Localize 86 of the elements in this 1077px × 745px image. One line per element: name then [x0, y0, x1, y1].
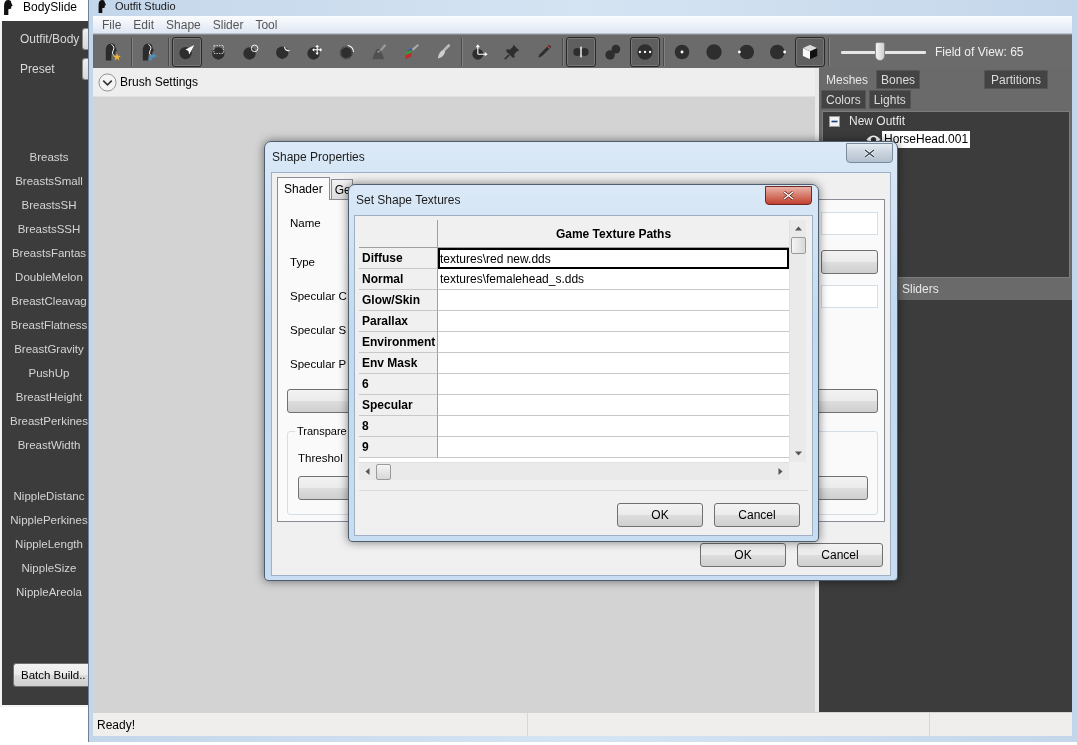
tool-button[interactable] [795, 36, 825, 67]
row-header: Glow/Skin [359, 290, 438, 311]
chevron-circle-icon [98, 72, 117, 92]
minus-box-icon[interactable] [829, 115, 840, 127]
slider-label: BreastsFantas [11, 247, 87, 259]
field-label: Preset [20, 62, 55, 76]
scroll-up-icon[interactable] [793, 224, 803, 233]
dialog-button[interactable]: Cancel [714, 503, 800, 527]
slider-label: BreastFlatness [10, 319, 88, 331]
row-header: Parallax [359, 311, 438, 332]
row-header: Environment [359, 332, 438, 353]
scrollbar-thumb[interactable] [790, 237, 806, 254]
field-label: Specular S [290, 324, 347, 336]
tool-button[interactable] [172, 36, 202, 67]
slider-label: BreastsSSH [17, 223, 81, 235]
panel-tab[interactable]: Meshes [821, 70, 874, 89]
batch-build-button[interactable]: Batch Build.. [13, 663, 88, 687]
window-title: Outfit Studio [115, 0, 176, 13]
menu-item[interactable]: File [96, 16, 128, 33]
row-header: Diffuse [359, 248, 438, 269]
silhouette-icon [1, 0, 15, 15]
scrollbar-thumb[interactable] [376, 463, 391, 480]
menu-item[interactable]: Slider [206, 16, 250, 33]
menu-item[interactable]: Shape [160, 16, 207, 33]
slider-thumb[interactable] [875, 41, 886, 61]
panel-tab[interactable]: Colors [821, 90, 866, 109]
slider-label: BreastCleavag [11, 295, 87, 307]
dialog-title: Set Shape Textures [356, 193, 461, 207]
dropdown-field[interactable] [821, 250, 878, 274]
row-header: Specular [359, 395, 438, 416]
cell-editor[interactable]: textures\red new.dds [438, 248, 789, 269]
scroll-down-icon[interactable] [793, 449, 803, 458]
group-label: Transpare [296, 425, 348, 437]
tool-button[interactable] [566, 36, 596, 67]
row-header: Env Mask [359, 353, 438, 374]
silhouette-icon [97, 0, 107, 13]
text-field[interactable] [821, 211, 878, 235]
status-text: Ready! [97, 717, 136, 732]
slider-label: BreastsSH [21, 199, 77, 211]
slider-label: NippleLength [15, 538, 83, 550]
slider-label: BreastPerkines [10, 415, 88, 427]
table-cell[interactable]: textures\femalehead_s.dds [438, 269, 789, 290]
row-header: 8 [359, 416, 438, 437]
window-title: BodySlide [23, 0, 78, 14]
dialog-title: Shape Properties [272, 150, 365, 164]
slider-label: Breasts [29, 151, 69, 163]
slider-label: BreastGravity [14, 343, 84, 355]
field-label: Name [290, 217, 321, 229]
slider-track[interactable] [841, 40, 926, 63]
panel-tab[interactable]: Partitions [983, 70, 1048, 89]
field-label: Type [290, 256, 315, 268]
column-header: Game Texture Paths [438, 220, 789, 248]
row-header: Normal [359, 269, 438, 290]
tree-item[interactable]: HorseHead.001 [882, 130, 971, 148]
row-header: 6 [359, 374, 438, 395]
dialog-button[interactable]: Cancel [797, 543, 883, 567]
field-label: Threshol [298, 452, 343, 464]
dialog-button[interactable]: OK [700, 543, 786, 567]
menu-item[interactable]: Edit [127, 16, 161, 33]
slider-label: BreastWidth [17, 439, 81, 451]
horizontal-scrollbar[interactable] [359, 462, 789, 480]
field-label: Outfit/Body [20, 32, 80, 46]
close-button[interactable] [765, 186, 812, 205]
panel-tab[interactable]: Bones [876, 70, 921, 89]
slider-label: BreastsSmall [15, 175, 83, 187]
field-label: Specular P [290, 358, 347, 370]
close-icon [783, 191, 794, 200]
tab[interactable]: Shader [277, 177, 330, 200]
field-of-view-label: Field of View: 65 [935, 44, 1024, 59]
field-label: Specular C [290, 290, 347, 302]
text-field[interactable] [821, 284, 878, 308]
dialog-button[interactable]: OK [617, 503, 703, 527]
vertical-scrollbar[interactable] [789, 220, 806, 462]
slider-label: BreastHeight [15, 391, 83, 403]
slider-label: NippleDistanc [13, 490, 85, 502]
slider-label: NipplePerkines [10, 514, 88, 526]
slider-label: NippleSize [21, 562, 77, 574]
panel-tab[interactable]: Lights [868, 90, 911, 109]
close-button[interactable] [846, 143, 893, 163]
tree-item[interactable]: New Outfit [847, 112, 907, 130]
slider-label: NippleAreola [16, 586, 82, 598]
slider-label: PushUp [28, 367, 70, 379]
slider-label: DoubleMelon [15, 271, 83, 283]
menu-item[interactable]: Tool [249, 16, 284, 33]
close-icon [864, 148, 875, 158]
row-header: 9 [359, 437, 438, 458]
